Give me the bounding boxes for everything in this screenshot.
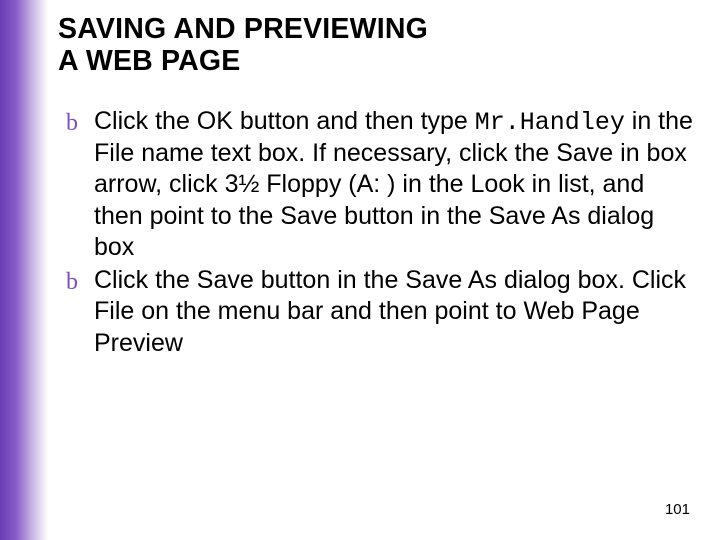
bullet-text-pre: Click the OK button and then type: [94, 107, 475, 135]
bullet-list: b Click the OK button and then type Mr.H…: [66, 106, 696, 360]
title-line-1: SAVING AND PREVIEWING: [58, 13, 428, 45]
side-gradient: [0, 0, 48, 540]
slide-title: SAVING AND PREVIEWING A WEB PAGE: [58, 14, 696, 78]
title-line-2: A WEB PAGE: [58, 45, 241, 77]
bullet-icon: b: [66, 267, 78, 297]
slide-content: SAVING AND PREVIEWING A WEB PAGE b Click…: [58, 14, 696, 362]
bullet-icon: b: [66, 108, 78, 138]
list-item: b Click the OK button and then type Mr.H…: [66, 106, 696, 263]
bullet-text-pre: Click the Save button in the Save As dia…: [94, 266, 686, 357]
list-item: b Click the Save button in the Save As d…: [66, 265, 696, 360]
page-number: 101: [665, 501, 690, 518]
bullet-code: Mr.Handley: [475, 108, 625, 137]
